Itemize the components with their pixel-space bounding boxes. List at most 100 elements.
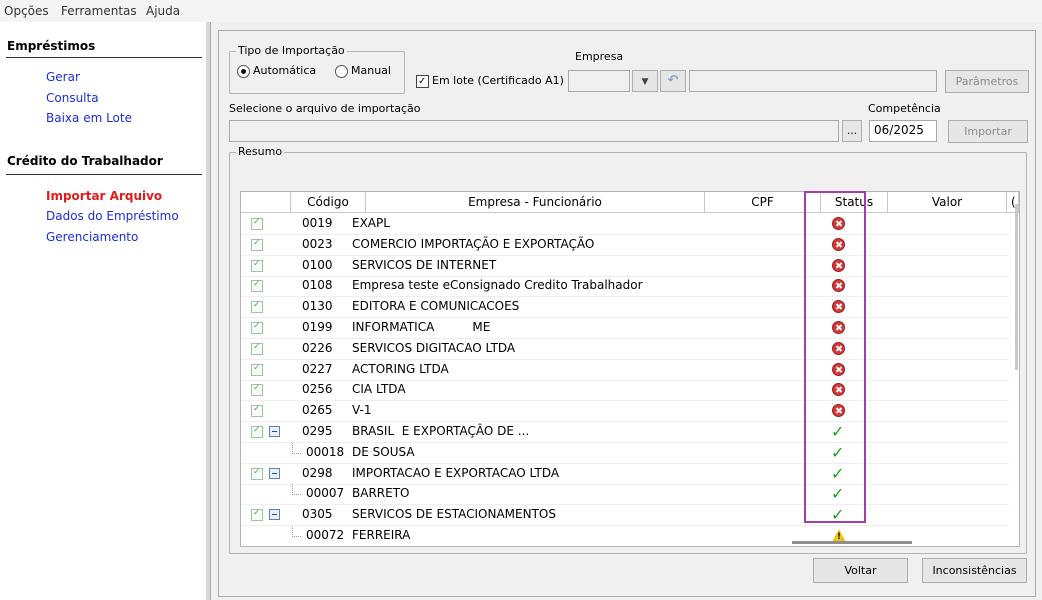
chevron-down-icon: ▼: [641, 77, 649, 87]
table-row[interactable]: 0130 EDITORA E COMUNICACOES: [241, 297, 1009, 319]
inconsistencias-button[interactable]: Inconsistências: [922, 558, 1027, 583]
menu-ferramentas[interactable]: Ferramentas: [61, 4, 137, 18]
section-title-credito-trabalhador: Crédito do Trabalhador: [7, 154, 163, 168]
cell-codigo: 0226: [302, 340, 333, 355]
collapse-icon[interactable]: [269, 426, 280, 437]
cell-codigo: 0295: [302, 424, 333, 438]
cell-codigo: 0256: [302, 382, 333, 397]
column-header-check: [241, 192, 291, 213]
competencia-label: Competência: [868, 102, 941, 115]
cell-empresa: COMERCIO IMPORTAÇÃO E EXPORTAÇÃO: [352, 236, 595, 251]
cell-codigo: 0023: [302, 236, 333, 251]
status-column-highlight: [804, 191, 866, 523]
empresa-undo-button[interactable]: ↶: [660, 70, 686, 92]
cell-empresa: INFORMATICA ME: [352, 320, 491, 334]
table-row[interactable]: 0100 SERVICOS DE INTERNET: [241, 256, 1009, 277]
cell-codigo: 0100: [302, 257, 333, 272]
empresa-name-field[interactable]: [689, 70, 937, 92]
row-checkbox[interactable]: [251, 321, 263, 334]
collapse-icon[interactable]: [269, 509, 280, 521]
sidebar-link-gerenciamento[interactable]: Gerenciamento: [46, 230, 138, 244]
cell-codigo: 0265: [302, 403, 333, 418]
grid-horizontal-scrollbar-thumb[interactable]: [792, 541, 912, 544]
cell-codigo: 0305: [302, 507, 333, 522]
menu-opcoes[interactable]: Opções: [4, 4, 49, 18]
cell-empresa: SERVICOS DE INTERNET: [352, 257, 497, 272]
parametros-button[interactable]: Parâmetros: [945, 70, 1029, 93]
radio-manual[interactable]: [335, 65, 348, 78]
sidebar-link-baixa-em-lote[interactable]: Baixa em Lote: [46, 111, 132, 125]
sidebar-link-gerar[interactable]: Gerar: [46, 70, 80, 84]
table-row[interactable]: 0108 Empresa teste eConsignado Credito Tr…: [241, 276, 1009, 298]
voltar-button[interactable]: Voltar: [813, 558, 908, 583]
cell-codigo: 0199: [302, 320, 333, 334]
import-type-group: Tipo de Importação Automática Manual: [229, 44, 405, 94]
row-checkbox[interactable]: [251, 342, 263, 355]
row-checkbox[interactable]: [251, 425, 263, 438]
resumo-grid: Código Empresa - Funcionário CPF Status …: [240, 191, 1020, 547]
em-lote-checkbox[interactable]: [416, 75, 429, 88]
table-row[interactable]: 0023 COMERCIO IMPORTAÇÃO E EXPORTAÇÃO: [241, 235, 1009, 256]
importar-button[interactable]: Importar: [948, 120, 1028, 143]
section-divider: [6, 174, 202, 175]
sidebar: Empréstimos Gerar Consulta Baixa em Lote…: [0, 22, 206, 600]
row-checkbox[interactable]: [251, 467, 263, 480]
grid-vertical-scrollbar-thumb[interactable]: [1015, 204, 1018, 370]
row-checkbox[interactable]: [251, 383, 263, 397]
import-type-title: Tipo de Importação: [236, 44, 347, 57]
row-checkbox[interactable]: [251, 217, 263, 230]
em-lote-label: Em lote (Certificado A1): [432, 74, 564, 87]
cell-codigo: 0108: [302, 278, 333, 293]
table-row[interactable]: 0199 INFORMATICA ME: [241, 318, 1009, 339]
column-header-empresa[interactable]: Empresa - Funcionário: [366, 192, 705, 213]
import-frame: Tipo de Importação Automática Manual Em …: [218, 30, 1036, 597]
table-row[interactable]: 0305SERVICOS DE ESTACIONAMENTOS✓: [241, 505, 1009, 527]
row-checkbox[interactable]: [251, 404, 263, 418]
radio-automatica[interactable]: [237, 65, 250, 78]
cell-empresa: DE SOUSA: [352, 444, 415, 459]
tree-connector: [292, 484, 301, 496]
cell-codigo: 0130: [302, 299, 333, 314]
column-header-codigo[interactable]: Código: [291, 192, 366, 213]
cell-codigo: 00007: [306, 486, 345, 501]
sidebar-link-dados-emprestimo[interactable]: Dados do Empréstimo: [46, 209, 179, 223]
table-row[interactable]: 0226 SERVICOS DIGITACAO LTDA: [241, 339, 1009, 360]
column-header-valor[interactable]: Valor: [888, 192, 1007, 213]
table-row[interactable]: 0298IMPORTACAO E EXPORTACAO LTDA✓: [241, 464, 1009, 485]
table-row[interactable]: 0265 V-1: [241, 401, 1009, 423]
row-checkbox[interactable]: [251, 279, 263, 293]
cell-empresa: ACTORING LTDA: [352, 361, 449, 376]
row-checkbox[interactable]: [251, 300, 263, 314]
table-row[interactable]: 0227 ACTORING LTDA: [241, 360, 1009, 381]
table-row[interactable]: 0019 EXAPL: [241, 214, 1009, 235]
cell-codigo: 00072: [306, 528, 345, 542]
empresa-dropdown-button[interactable]: ▼: [632, 70, 658, 92]
menu-bar: Opções Ferramentas Ajuda: [0, 0, 1042, 22]
cell-codigo: 0019: [302, 216, 333, 230]
table-row[interactable]: 00018 DE SOUSA ✓: [241, 442, 1009, 464]
row-checkbox[interactable]: [251, 363, 263, 376]
cell-empresa: Empresa teste eConsignado Credito Trabal…: [352, 278, 643, 293]
cell-codigo: 0227: [302, 361, 333, 376]
table-row[interactable]: 0295BRASIL E EXPORTAÇÂO DE ...✓: [241, 422, 1009, 443]
section-title-emprestimos: Empréstimos: [7, 39, 96, 53]
sidebar-link-importar-arquivo[interactable]: Importar Arquivo: [46, 189, 162, 203]
cell-empresa: EXAPL: [352, 216, 390, 230]
arquivo-path-field[interactable]: [229, 120, 839, 142]
row-checkbox[interactable]: [251, 259, 263, 272]
menu-ajuda[interactable]: Ajuda: [146, 4, 180, 18]
row-checkbox[interactable]: [251, 508, 263, 522]
competencia-field[interactable]: 06/2025: [869, 120, 937, 142]
cell-codigo: 00018: [306, 444, 345, 459]
table-row[interactable]: 0256 CIA LTDA: [241, 380, 1009, 402]
cell-empresa: CIA LTDA: [352, 382, 406, 397]
table-row[interactable]: 00007 BARRETO ✓: [241, 484, 1009, 506]
sidebar-link-consulta[interactable]: Consulta: [46, 91, 99, 105]
cell-empresa: IMPORTACAO E EXPORTACAO LTDA: [352, 465, 560, 480]
empresa-code-field[interactable]: [568, 70, 630, 92]
collapse-icon[interactable]: [269, 467, 280, 479]
row-checkbox[interactable]: [251, 238, 263, 251]
browse-button[interactable]: ...: [842, 120, 862, 142]
main-panel: Tipo de Importação Automática Manual Em …: [211, 22, 1042, 600]
section-divider: [6, 57, 202, 58]
